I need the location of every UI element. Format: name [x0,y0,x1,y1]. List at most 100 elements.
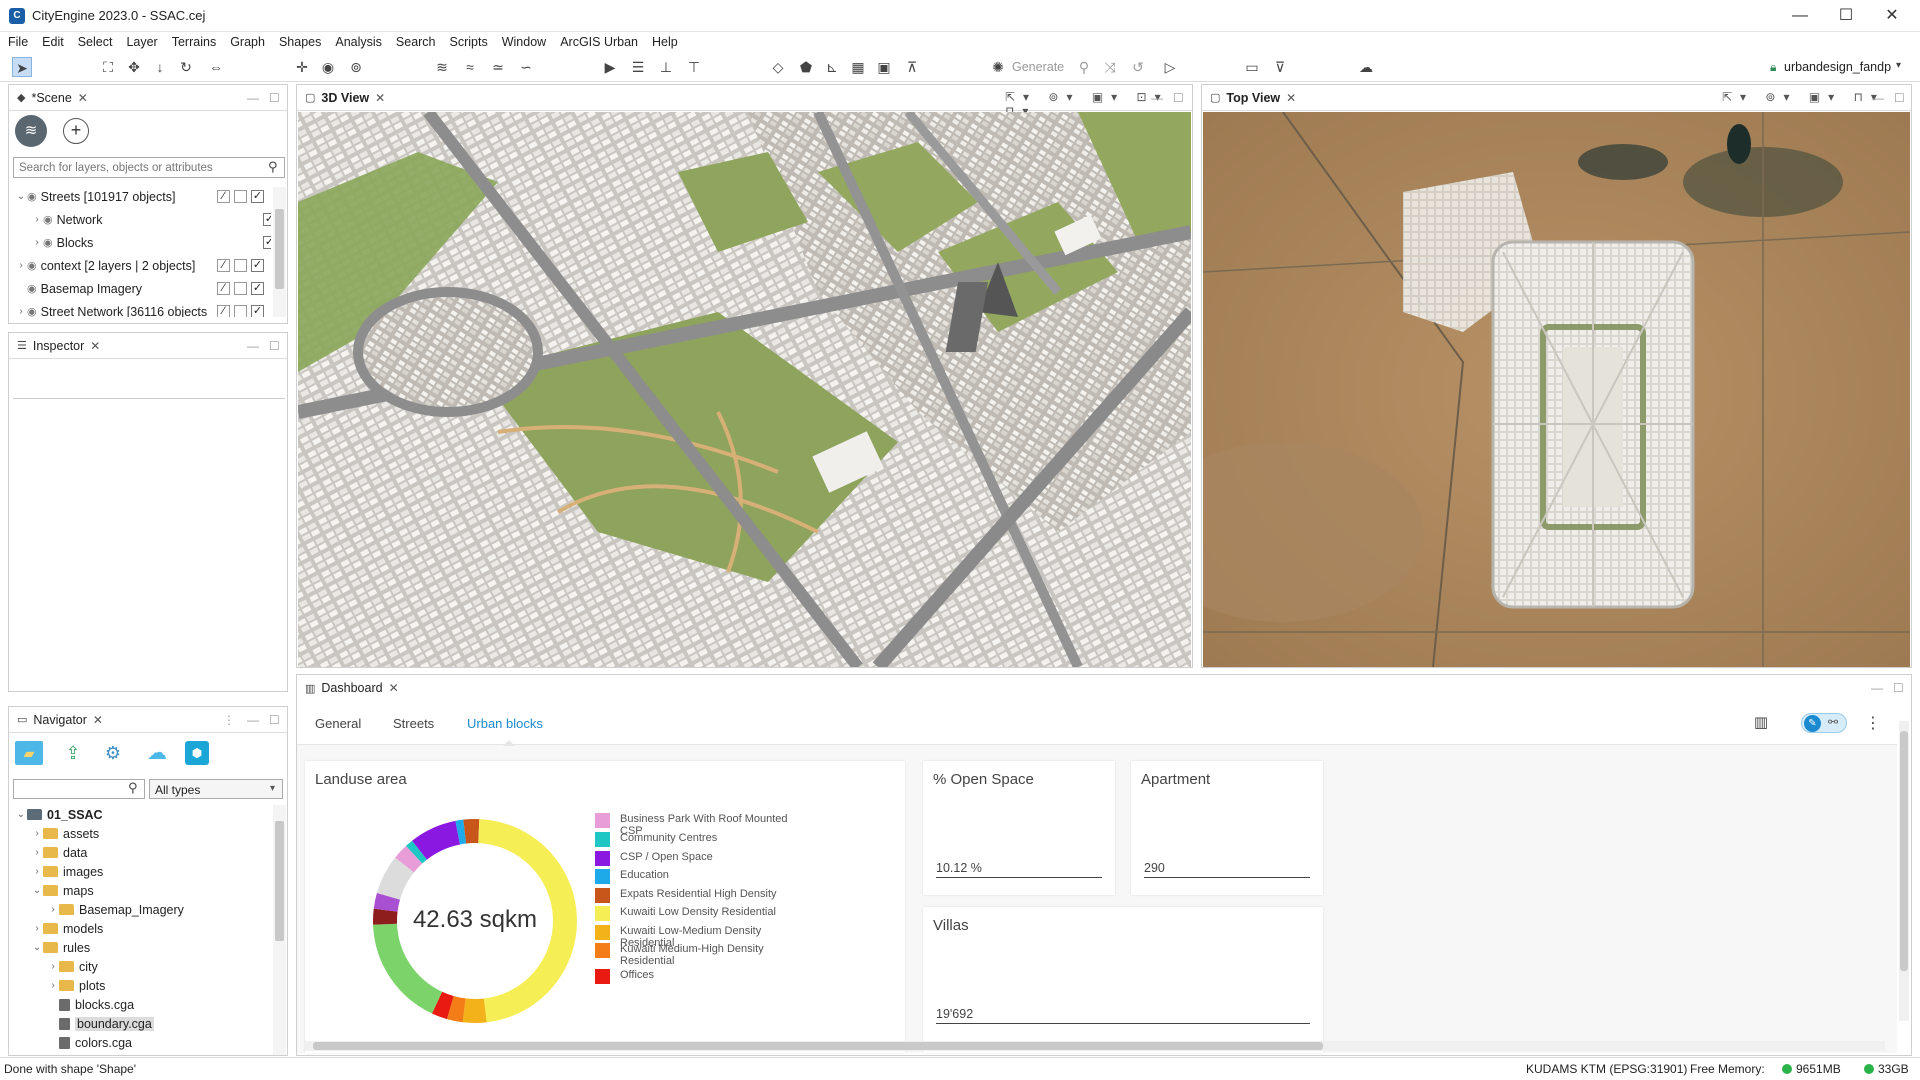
menu-scripts[interactable]: Scripts [442,32,494,49]
dashboard-tab[interactable]: ▥ Dashboard ✕ [297,675,1911,701]
minimize-icon[interactable]: — [247,339,259,353]
menu-file[interactable]: File [0,32,34,49]
menu-search[interactable]: Search [388,32,442,49]
layer-row[interactable]: ⌄ ◉ Streets [101917 objects] ⁄ ✓ [15,187,264,206]
folder-item[interactable]: › data [31,843,87,862]
type-filter-select[interactable]: All types ▾ [149,779,283,799]
layer-hatch-toggle[interactable]: ⁄ [217,282,230,295]
navigator-tab[interactable]: ▭ Navigator ✕ [9,707,287,733]
crs-label[interactable]: KUDAMS KTM (EPSG:31901) [1526,1062,1687,1076]
chevron-right-icon[interactable]: › [31,828,43,839]
close-icon[interactable]: ✕ [93,713,103,727]
close-icon[interactable]: ✕ [90,339,100,353]
menu-help[interactable]: Help [644,32,684,49]
layer-row[interactable]: › ◉ context [2 layers | 2 objects] ⁄ ✓ [15,256,264,275]
chevron-right-icon[interactable]: › [47,904,59,915]
minimize-icon[interactable]: — [1872,91,1884,105]
visibility-icon[interactable]: ◉ [27,190,37,203]
folder-item[interactable]: ⌄ rules [31,938,90,957]
terrain-tool-4-icon[interactable]: ∽ [516,57,536,77]
cloud-upload-icon[interactable]: ⇪ [61,741,85,765]
navigate-tool-icon[interactable]: ✛ [292,57,312,77]
chevron-right-icon[interactable]: › [31,237,43,248]
chevron-right-icon[interactable]: › [47,980,59,991]
edit-mode-toggle[interactable]: ✎ ⚯ [1801,713,1847,733]
terrain-tool-2-icon[interactable]: ≈ [460,57,480,77]
tab-general[interactable]: General [315,716,361,731]
shape-tool-1-icon[interactable]: ◇ [768,57,788,77]
shape-tool-2-icon[interactable]: ⬟ [796,57,816,77]
donut-slice[interactable] [432,991,454,1020]
legend-item[interactable]: Education [595,869,790,884]
sun-settings-icon[interactable]: ☁ [1356,57,1376,77]
chevron-right-icon[interactable]: › [47,961,59,972]
select-tool-icon[interactable]: ➤ [12,57,32,77]
layer-visible-checkbox[interactable]: ✓ [251,259,264,272]
chevron-right-icon[interactable]: › [31,847,43,858]
inspector-tab[interactable]: ☰ Inspector ✕ [9,333,287,359]
navigator-scrollbar[interactable] [273,805,286,1055]
legend-item[interactable]: Expats Residential High Density [595,888,790,903]
navigator-search-field[interactable]: ⚲ [13,779,145,799]
visibility-icon[interactable]: ◉ [27,282,37,295]
chevron-down-icon[interactable]: ⌄ [31,942,43,953]
shape-tool-3-icon[interactable]: ⊾ [822,57,842,77]
donut-slice[interactable] [462,998,487,1023]
donut-slice[interactable] [373,923,443,1014]
dashboard-hscrollbar[interactable] [305,1041,1885,1051]
legend-item[interactable]: Kuwaiti Medium-High Density Residential [595,943,790,967]
drop-tool-icon[interactable]: ↓ [150,57,170,77]
rotate-tool-icon[interactable]: ↻ [176,57,196,77]
maximize-icon[interactable]: ☐ [269,91,280,105]
close-icon[interactable]: ✕ [375,91,385,105]
shape-tool-5-icon[interactable]: ▣ [874,57,894,77]
topview-toolbar-icons[interactable]: ⇱▾ ⊚▾ ▣▾ ⊓▾ [1722,90,1885,104]
visibility-icon[interactable]: ◉ [27,259,37,272]
layer-hatch-toggle[interactable]: ⁄ [217,190,230,203]
visibility-icon[interactable]: ◉ [43,236,53,249]
legend-item[interactable]: Kuwaiti Low Density Residential [595,906,790,921]
layer-visible-checkbox[interactable]: ✓ [251,282,264,295]
street-tool-4-icon[interactable]: ⊤ [684,57,704,77]
generate-button[interactable]: Generate [1012,60,1064,74]
minimize-icon[interactable]: — [1151,91,1163,105]
menu-edit[interactable]: Edit [34,32,70,49]
file-item[interactable]: colors.cga [47,1033,132,1052]
close-icon[interactable]: ✕ [78,91,88,105]
chevron-down-icon[interactable]: ⌄ [31,885,43,896]
scene-search-field[interactable]: Search for layers, objects or attributes… [13,157,285,178]
portal-icon[interactable]: ⚙ [101,741,125,765]
chevron-right-icon[interactable]: › [31,923,43,934]
layer-visible-checkbox[interactable]: ✓ [263,213,271,226]
folder-item[interactable]: › Basemap_Imagery [47,900,184,919]
folder-item[interactable]: › models [31,919,103,938]
maximize-icon[interactable]: ☐ [269,713,280,727]
folder-item[interactable]: ⌄ maps [31,881,94,900]
menu-graph[interactable]: Graph [222,32,271,49]
chevron-down-icon[interactable]: ⌄ [15,191,27,202]
dashboard-vscrollbar-thumb[interactable] [1900,731,1908,971]
chevron-right-icon[interactable]: › [15,260,27,271]
folder-item[interactable]: › plots [47,976,105,995]
minimize-button[interactable]: — [1780,4,1820,28]
user-account[interactable]: urbandesign_fandp [1784,60,1891,74]
folder-item[interactable]: › city [47,957,97,976]
frame-tool-icon[interactable]: ⛶ [98,57,118,77]
layer-row[interactable]: › ◉ Street Network [36116 objects] ⁄ ✓ [15,302,264,317]
file-item[interactable]: boundary.cga [47,1014,154,1033]
layer-row[interactable]: ◉ Basemap Imagery ⁄ ✓ [15,279,264,298]
menu-terrains[interactable]: Terrains [164,32,222,49]
legend-item[interactable]: Offices [595,969,790,984]
layer-visible-checkbox[interactable]: ✓ [251,190,264,203]
top-view-viewport[interactable] [1203,112,1910,667]
layer-row[interactable]: › ◉ Network ✓ [31,210,271,229]
close-button[interactable]: ✕ [1872,4,1912,28]
open-folder-icon[interactable]: ▰ [15,741,43,765]
donut-slice[interactable] [463,819,480,844]
layers-button[interactable]: ≋ [15,115,47,147]
donut-slice[interactable] [376,857,415,901]
chevron-right-icon[interactable]: › [15,306,27,317]
legend-item[interactable]: Community Centres [595,832,790,847]
layer-lock-checkbox[interactable] [234,190,247,203]
generate-icon[interactable]: ✺ [988,57,1008,77]
